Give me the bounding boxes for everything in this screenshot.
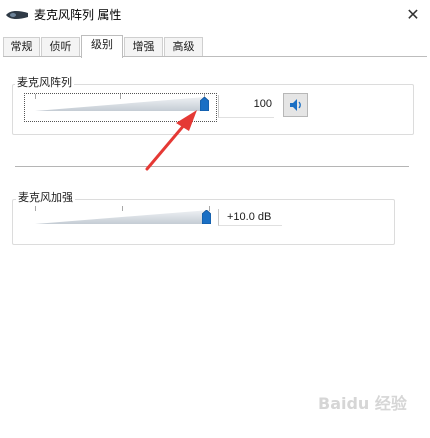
tab-levels[interactable]: 级别 (81, 35, 123, 58)
mic-boost-slider-track (35, 210, 210, 224)
tab-listen[interactable]: 侦听 (41, 37, 80, 57)
slider-tick (120, 94, 121, 99)
mic-array-value-box[interactable]: 100 (218, 95, 274, 118)
tab-enhancements[interactable]: 增强 (124, 37, 163, 57)
slider-tick (35, 206, 36, 211)
mic-boost-label: 麦克风加强 (16, 192, 75, 205)
tab-strip: 常规 侦听 级别 增强 高级 (3, 35, 427, 58)
mic-array-label: 麦克风阵列 (15, 77, 74, 90)
title-bar: 麦克风阵列 属性 ✕ (0, 0, 430, 30)
tab-general[interactable]: 常规 (3, 37, 40, 57)
mute-button[interactable] (283, 93, 308, 117)
app-icon (6, 10, 28, 20)
mic-boost-value: +10.0 dB (227, 211, 272, 223)
close-button[interactable]: ✕ (396, 0, 430, 30)
mic-boost-value-box: +10.0 dB (218, 209, 282, 226)
baidu-watermark: Baidu 经验 (318, 394, 407, 413)
mic-boost-slider[interactable] (35, 206, 213, 228)
mic-array-slider-track (35, 97, 205, 111)
close-icon: ✕ (406, 7, 420, 24)
mic-array-slider[interactable] (35, 94, 210, 116)
mic-boost-slider-thumb[interactable] (202, 210, 211, 224)
window-title: 麦克风阵列 属性 (34, 8, 122, 22)
tab-advanced[interactable]: 高级 (164, 37, 203, 57)
separator (15, 166, 409, 167)
mic-array-value: 100 (253, 98, 272, 110)
mic-array-slider-thumb[interactable] (200, 97, 209, 111)
speaker-icon (289, 99, 301, 111)
slider-tick (35, 94, 36, 99)
slider-tick (122, 206, 123, 211)
